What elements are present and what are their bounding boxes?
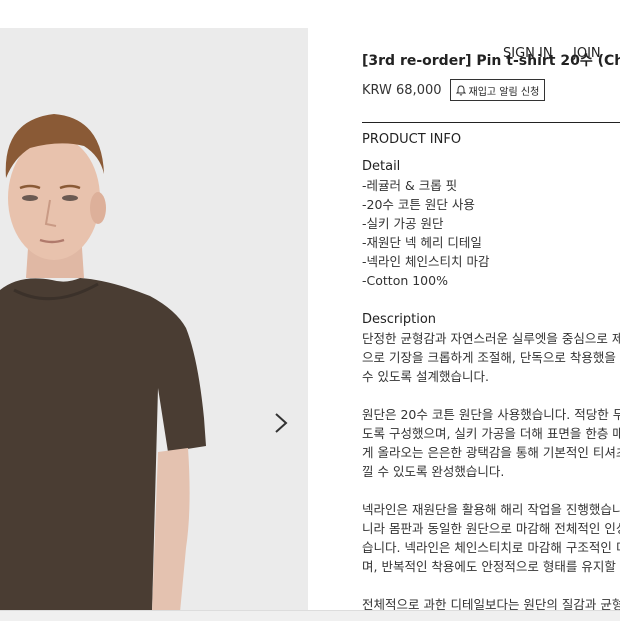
description-line: 넥라인은 재원단을 활용해 해리 작업을 진행했습니	[362, 502, 620, 517]
description-line: 게 올라오는 은은한 광택감을 통해 기본적인 티셔츠	[362, 445, 620, 460]
price-row: KRW 68,000 재입고 알림 신청	[362, 78, 620, 102]
product-price: KRW 68,000	[362, 82, 442, 98]
description-title: Description	[362, 312, 437, 327]
restock-notify-button[interactable]: 재입고 알림 신청	[449, 79, 546, 101]
chevron-right-icon	[275, 413, 288, 433]
detail-section: Detail -레귤러 & 크롭 핏 -20수 코튼 원단 사용 -실키 가공 …	[362, 157, 489, 290]
product-title: [3rd re-order] Pin t-shirt 20수 (Charcoal	[362, 53, 620, 69]
bell-icon	[455, 84, 466, 95]
description-line: 단정한 균형감과 자연스러운 실루엣을 중심으로 제	[362, 331, 620, 346]
description-section: Description 단정한 균형감과 자연스러운 실루엣을 중심으로 제 으…	[362, 310, 620, 614]
model-photo	[0, 28, 308, 612]
next-image-button[interactable]	[274, 412, 296, 442]
description-line: 습니다. 넥라인은 체인스티치로 마감해 구조적인 디	[362, 540, 620, 555]
divider	[362, 122, 620, 123]
description-line: 니라 몸판과 동일한 원단으로 마감해 전체적인 인싱	[362, 521, 620, 536]
description-line: 원단은 20수 코튼 원단을 사용했습니다. 적당한 두	[362, 407, 620, 422]
detail-item: -20수 코튼 원단 사용	[362, 197, 475, 212]
restock-notify-label: 재입고 알림 신청	[468, 86, 540, 98]
detail-item: -넥라인 체인스티치 마감	[362, 254, 490, 269]
detail-item: -실키 가공 원단	[362, 216, 444, 231]
bottom-scroll-bar	[0, 610, 620, 621]
product-info-title: PRODUCT INFO	[362, 132, 462, 147]
description-line: 낄 수 있도록 완성했습니다.	[362, 464, 505, 479]
description-line: 으로 기장을 크롭하게 조절해, 단독으로 착용했을 ㄷ	[362, 350, 620, 365]
product-info-panel: [3rd re-order] Pin t-shirt 20수 (Charcoal…	[362, 50, 620, 620]
detail-title: Detail	[362, 159, 401, 174]
detail-item: -레귤러 & 크롭 핏	[362, 178, 458, 193]
description-line: 도록 구성했으며, 실키 가공을 더해 표면을 한층 매	[362, 426, 620, 441]
product-info-section: PRODUCT INFO	[362, 130, 461, 149]
description-line: 수 있도록 설계했습니다.	[362, 369, 489, 384]
detail-item: -재원단 넥 헤리 디테일	[362, 235, 482, 250]
detail-item: -Cotton 100%	[362, 273, 448, 288]
product-photo	[0, 28, 308, 612]
description-line: 며, 반복적인 착용에도 안정적으로 형태를 유지할 ~	[362, 559, 620, 574]
